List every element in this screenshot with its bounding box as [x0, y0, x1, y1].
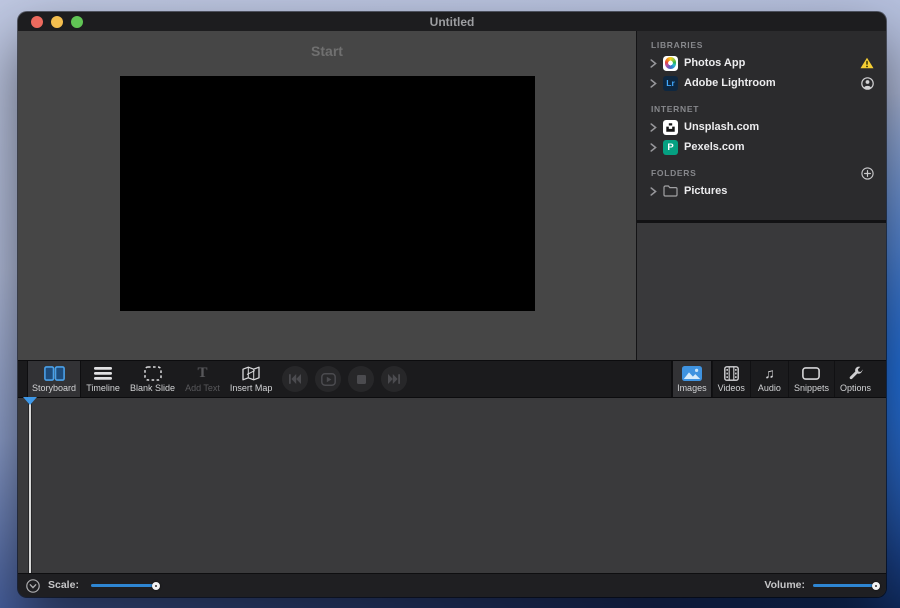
- desktop-wallpaper: Untitled Start LIBRARIES Photos App Lr A…: [0, 0, 900, 608]
- toolbar-left-group: Storyboard Timeline Blank Slide T Add Te…: [27, 361, 277, 397]
- blank-slide-icon: [143, 365, 162, 381]
- chevron-right-icon[interactable]: [650, 142, 657, 152]
- media-sidebar: LIBRARIES Photos App Lr Adobe Lightroom …: [637, 31, 886, 360]
- sidebar-item-pexels[interactable]: P Pexels.com: [637, 137, 886, 157]
- close-button[interactable]: [31, 15, 43, 28]
- toolbar: Storyboard Timeline Blank Slide T Add Te…: [18, 360, 886, 398]
- sidebar-item-label: Unsplash.com: [684, 121, 760, 133]
- scale-label: Scale:: [48, 579, 79, 592]
- volume-label: Volume:: [764, 579, 805, 592]
- videos-tab-button[interactable]: Videos: [711, 361, 750, 397]
- media-browser-panel[interactable]: [637, 223, 886, 360]
- skip-to-end-button[interactable]: [381, 366, 408, 392]
- sidebar-item-label: Adobe Lightroom: [684, 77, 776, 89]
- sidebar-item-label: Pexels.com: [684, 141, 745, 153]
- volume-slider[interactable]: [813, 581, 880, 590]
- toolbar-right-group: Images Videos ♫ Audio Snippets Options: [671, 361, 876, 397]
- blank-slide-button[interactable]: Blank Slide: [125, 361, 180, 397]
- bottom-bar: Scale: Volume:: [18, 573, 886, 597]
- skip-to-start-button[interactable]: [282, 366, 309, 392]
- chevron-right-icon[interactable]: [650, 186, 657, 196]
- unsplash-icon: [663, 119, 678, 135]
- traffic-lights: [31, 15, 83, 28]
- warning-icon[interactable]: [860, 57, 874, 69]
- photos-app-icon: [663, 55, 678, 71]
- audio-tab-button[interactable]: ♫ Audio: [749, 361, 788, 397]
- storyboard-icon: [43, 365, 65, 381]
- account-icon[interactable]: [861, 76, 874, 90]
- section-header-folders: FOLDERS: [637, 165, 886, 181]
- audio-icon: ♫: [764, 365, 775, 381]
- insert-map-icon: [242, 366, 260, 381]
- scale-slider[interactable]: [90, 581, 160, 590]
- source-list: LIBRARIES Photos App Lr Adobe Lightroom …: [637, 31, 886, 220]
- fullscreen-button[interactable]: [71, 15, 83, 28]
- section-header-libraries: LIBRARIES: [637, 37, 886, 53]
- sidebar-item-adobe-lightroom[interactable]: Lr Adobe Lightroom: [637, 73, 886, 93]
- snippets-icon: [802, 366, 821, 381]
- scale-slider-knob[interactable]: [151, 581, 160, 590]
- sidebar-item-label: Pictures: [684, 185, 728, 197]
- main-content: Start LIBRARIES Photos App Lr Adobe Ligh…: [18, 31, 886, 360]
- section-header-internet: INTERNET: [637, 101, 886, 117]
- stop-button[interactable]: [348, 366, 375, 392]
- preview-pane: Start: [18, 31, 637, 360]
- sidebar-item-pictures[interactable]: Pictures: [637, 181, 886, 201]
- section-label: INTERNET: [651, 104, 700, 114]
- sidebar-item-unsplash[interactable]: Unsplash.com: [637, 117, 886, 137]
- window-title: Untitled: [429, 14, 475, 29]
- add-folder-icon[interactable]: [861, 166, 874, 180]
- storyboard-area[interactable]: [18, 397, 886, 573]
- slide-title: Start: [311, 43, 343, 59]
- chevron-right-icon[interactable]: [650, 122, 657, 132]
- insert-map-button[interactable]: Insert Map: [225, 361, 278, 397]
- timeline-button[interactable]: Timeline: [81, 361, 125, 397]
- sidebar-item-photos-app[interactable]: Photos App: [637, 53, 886, 73]
- images-icon: [681, 365, 702, 381]
- minimize-button[interactable]: [51, 15, 63, 28]
- titlebar[interactable]: Untitled: [18, 12, 886, 31]
- sidebar-item-label: Photos App: [684, 57, 746, 69]
- lightroom-icon: Lr: [663, 75, 678, 91]
- section-label: FOLDERS: [651, 168, 697, 178]
- playhead-line[interactable]: [29, 400, 31, 573]
- timeline-icon: [94, 366, 113, 381]
- add-text-icon: T: [197, 364, 208, 381]
- options-tab-button[interactable]: Options: [833, 361, 876, 397]
- play-button[interactable]: [315, 366, 342, 392]
- collapse-chevron-button[interactable]: [26, 578, 40, 593]
- chevron-right-icon[interactable]: [650, 78, 657, 88]
- section-label: LIBRARIES: [651, 40, 704, 50]
- snippets-tab-button[interactable]: Snippets: [787, 361, 834, 397]
- pexels-icon: P: [663, 139, 678, 155]
- add-text-button[interactable]: T Add Text: [180, 361, 225, 397]
- playhead-marker[interactable]: [23, 397, 37, 405]
- playback-controls: [282, 361, 408, 397]
- app-window: Untitled Start LIBRARIES Photos App Lr A…: [18, 12, 886, 597]
- chevron-right-icon[interactable]: [650, 58, 657, 68]
- images-tab-button[interactable]: Images: [671, 361, 712, 397]
- volume-slider-knob[interactable]: [872, 581, 880, 590]
- videos-icon: [723, 365, 739, 381]
- storyboard-button[interactable]: Storyboard: [27, 361, 82, 397]
- preview-stage[interactable]: [120, 76, 535, 311]
- options-wrench-icon: [848, 366, 863, 381]
- folder-icon: [663, 184, 678, 199]
